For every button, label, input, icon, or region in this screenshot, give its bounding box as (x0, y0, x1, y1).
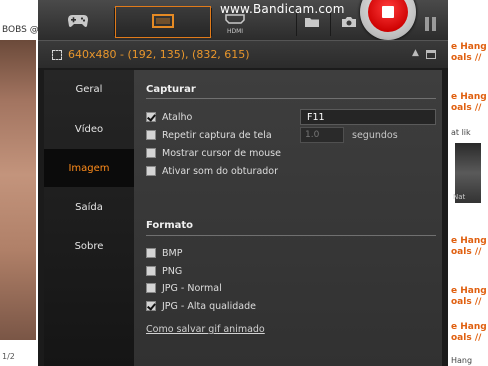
cursor-checkbox[interactable] (146, 148, 156, 158)
game-mode-button[interactable] (52, 6, 104, 38)
background-caption: BOBS @ (2, 25, 39, 35)
format-option-jpg-alta[interactable]: JPG - Alta qualidade (146, 299, 256, 313)
option-mostrar-cursor[interactable]: Mostrar cursor de mouse (146, 146, 281, 160)
image-settings-panel: Capturar Atalho F11 Repetir captura de t… (134, 70, 442, 366)
bandicam-window: HDMI www.Bandicam.com 640x480 - (192, 13… (38, 0, 448, 366)
option-som-obturador[interactable]: Ativar som do obturador (146, 164, 278, 178)
sidebar-item-geral[interactable]: Geral (44, 70, 134, 108)
background-link[interactable]: e Hang oals // (451, 92, 487, 114)
option-atalho[interactable]: Atalho (146, 110, 192, 124)
background-left-page: BOBS @ 1/2 (0, 0, 40, 366)
background-link[interactable]: e Hang oals // (451, 236, 487, 258)
shutter-sound-checkbox[interactable] (146, 166, 156, 176)
sidebar-item-imagem[interactable]: Imagem (44, 149, 134, 187)
option-repetir-captura[interactable]: Repetir captura de tela (146, 128, 272, 142)
background-link[interactable]: e Hang oals // (451, 42, 487, 64)
stop-square (382, 6, 394, 18)
atalho-checkbox[interactable] (146, 112, 156, 122)
option-label: Ativar som do obturador (162, 165, 279, 177)
screen-rectangle-icon (152, 13, 174, 32)
hdmi-label: HDMI (226, 28, 244, 35)
repetir-checkbox[interactable] (146, 130, 156, 140)
pause-icon[interactable] (424, 17, 438, 31)
bandicam-watermark: www.Bandicam.com (220, 2, 345, 16)
option-label: Mostrar cursor de mouse (162, 147, 281, 159)
option-label: JPG - Normal (162, 282, 222, 294)
settings-sidebar: Geral Vídeo Imagem Saída Sobre (44, 70, 134, 366)
sidebar-item-saida[interactable]: Saída (44, 188, 134, 226)
record-button[interactable] (360, 0, 416, 40)
format-option-png[interactable]: PNG (146, 264, 182, 278)
background-text: at lik (451, 128, 471, 137)
format-option-jpg-normal[interactable]: JPG - Normal (146, 281, 222, 295)
bmp-checkbox[interactable] (146, 248, 156, 258)
gamepad-icon (67, 13, 89, 32)
capture-area-text: 640x480 - (192, 135), (832, 615) (68, 48, 250, 61)
background-link[interactable]: e Hang oals // (451, 322, 487, 344)
option-label: BMP (162, 247, 183, 259)
option-label: JPG - Alta qualidade (162, 300, 256, 312)
background-right-page: e Hang oals // e Hang oals // at lik Nat e… (447, 0, 488, 366)
option-label: Atalho (162, 111, 193, 123)
format-option-bmp[interactable]: BMP (146, 246, 182, 260)
section-title-capturar: Capturar (146, 84, 196, 95)
jpg-alta-checkbox[interactable] (146, 301, 156, 311)
option-label: PNG (162, 265, 183, 277)
selection-icon (52, 50, 62, 60)
screen-mode-button[interactable] (115, 6, 211, 38)
background-bottom-link[interactable]: Hang (451, 356, 472, 365)
collapse-icon[interactable]: ▲ (412, 48, 419, 58)
section-divider (146, 98, 436, 99)
background-photo (0, 40, 36, 340)
repeat-interval-input[interactable]: 1.0 (300, 127, 344, 143)
repeat-unit-label: segundos (352, 130, 398, 141)
sidebar-item-sobre[interactable]: Sobre (44, 227, 134, 265)
option-label: Repetir captura de tela (162, 129, 272, 141)
section-divider (146, 235, 436, 236)
capture-area-bar: 640x480 - (192, 135), (832, 615) ▲ (38, 40, 448, 68)
background-bottom-text: 1/2 (2, 352, 15, 361)
background-thumb-label: Nat (453, 193, 466, 201)
gif-help-link[interactable]: Como salvar gif animado (146, 324, 265, 335)
background-link[interactable]: e Hang oals // (451, 286, 487, 308)
toolbar: HDMI www.Bandicam.com (38, 0, 448, 40)
record-icon (368, 0, 408, 32)
sidebar-item-video[interactable]: Vídeo (44, 110, 134, 148)
hotkey-input[interactable]: F11 (300, 109, 436, 125)
section-title-formato: Formato (146, 220, 194, 231)
jpg-normal-checkbox[interactable] (146, 283, 156, 293)
png-checkbox[interactable] (146, 266, 156, 276)
window-icon[interactable] (426, 50, 436, 59)
